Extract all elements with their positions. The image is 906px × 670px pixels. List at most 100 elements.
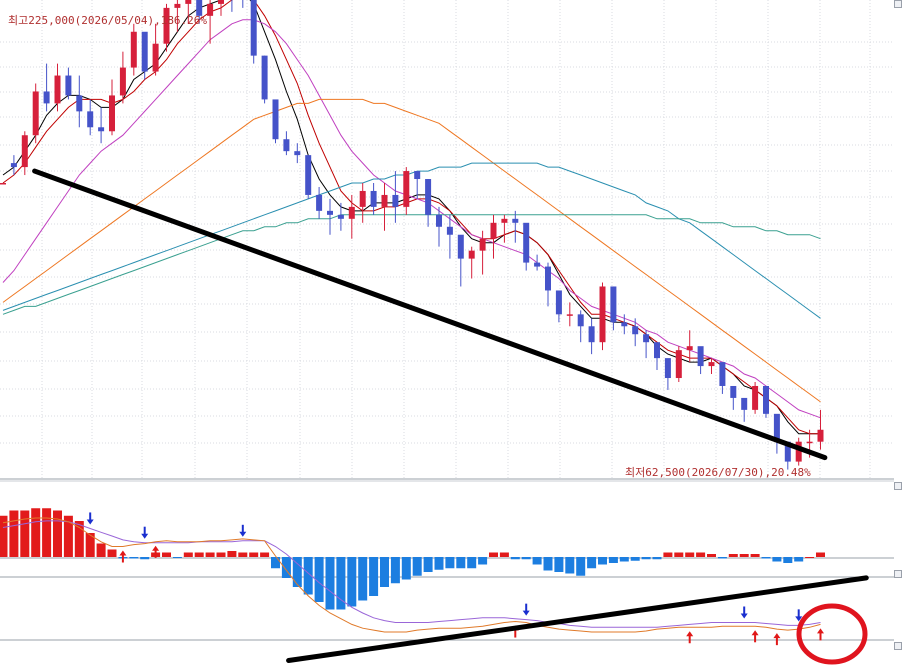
oscillator-lines: [2, 517, 821, 633]
candle-body-6: [65, 75, 72, 96]
oscillator-line: [2, 517, 821, 633]
candle-body-48: [523, 222, 530, 263]
histogram-bar-44: [478, 557, 488, 565]
candle-body-52: [566, 314, 573, 316]
candle-body-36: [392, 194, 399, 207]
histogram-bar-40: [434, 557, 444, 570]
candle-body-17: [185, 0, 192, 4]
histogram-bar-47: [510, 557, 520, 560]
candle-body-68: [741, 397, 748, 410]
histogram-bar-51: [554, 557, 564, 572]
histogram-bar-56: [608, 557, 618, 563]
histogram-bar-58: [630, 557, 640, 561]
histogram-bar-1: [9, 510, 19, 557]
histogram-bar-69: [750, 554, 760, 557]
oscillator-lower-control-button[interactable]: [894, 570, 902, 578]
candle-body-0: [0, 183, 6, 185]
candle-body-9: [98, 127, 105, 132]
candle-body-23: [250, 0, 257, 56]
histogram-bar-25: [271, 557, 280, 569]
histogram-bar-43: [467, 557, 477, 569]
candle-body-41: [446, 226, 453, 235]
candle-body-56: [610, 286, 617, 323]
candle-body-26: [283, 139, 290, 152]
moving-average-line-0: [2, 0, 821, 435]
up-arrow-head-4: [751, 630, 759, 636]
candle-body-33: [359, 190, 366, 207]
candle-body-7: [76, 95, 83, 112]
histogram-bar-5: [53, 510, 62, 557]
candle-body-55: [599, 286, 606, 343]
histogram-bar-10: [107, 549, 117, 557]
oscillator-bottom-control-button[interactable]: [894, 642, 902, 650]
candlesticks: [0, 0, 824, 470]
histogram-bar-41: [445, 557, 455, 569]
candle-body-69: [752, 385, 759, 410]
candle-body-62: [675, 350, 682, 379]
high-price-label: 최고225,000(2026/05/04),186.26%: [8, 14, 207, 27]
histogram-bar-17: [183, 552, 193, 557]
histogram-bar-2: [20, 510, 30, 557]
highlight-circle: [796, 603, 868, 665]
histogram-bar-12: [129, 557, 139, 559]
candle-body-44: [479, 238, 486, 251]
candle-body-63: [686, 346, 693, 351]
histogram-bar-4: [42, 508, 52, 557]
histogram-bar-30: [325, 557, 335, 610]
candle-body-57: [621, 322, 628, 327]
up-arrow-head-0: [119, 550, 127, 556]
candle-body-58: [632, 326, 639, 335]
oscillator-panel-control-button[interactable]: [894, 482, 902, 490]
histogram-bar-62: [674, 552, 684, 557]
candle-body-3: [32, 91, 39, 136]
histogram-bar-19: [205, 552, 215, 557]
candle-body-13: [141, 31, 148, 72]
candle-body-12: [130, 31, 137, 68]
histogram-bar-3: [31, 508, 41, 557]
histogram-bar-71: [772, 557, 782, 562]
candle-body-27: [294, 151, 301, 156]
histogram-bar-50: [543, 557, 553, 571]
up-arrow-head-1: [152, 545, 160, 551]
candle-body-34: [370, 190, 377, 207]
candle-body-31: [337, 214, 344, 219]
candle-body-11: [119, 67, 126, 96]
histogram-bar-64: [696, 552, 706, 557]
histogram-bar-66: [717, 557, 727, 559]
low-price-label: 최저62,500(2026/07/30),20.48%: [625, 466, 811, 479]
candle-body-54: [588, 326, 595, 343]
candle-body-47: [512, 218, 519, 223]
histogram-bar-38: [412, 557, 422, 576]
candle-body-65: [708, 362, 715, 367]
price-panel-control-button[interactable]: [894, 0, 902, 8]
candle-body-43: [468, 250, 475, 259]
histogram-bar-72: [783, 557, 793, 563]
histogram-bar-37: [401, 557, 411, 580]
up-arrow-head-6: [817, 628, 824, 634]
histogram-bar-15: [162, 552, 171, 557]
candle-body-45: [490, 222, 497, 239]
histogram-bar-24: [260, 552, 270, 557]
candle-body-16: [174, 3, 181, 8]
down-arrow-head-4: [740, 613, 748, 619]
candle-body-53: [577, 314, 584, 327]
candle-body-37: [403, 171, 410, 207]
down-arrow-head-1: [141, 533, 149, 539]
candle-body-73: [795, 441, 802, 462]
moving-average-line-5: [2, 214, 821, 315]
moving-average-line-1: [2, 0, 821, 435]
down-arrow-head-3: [522, 610, 530, 616]
histogram-bar-70: [761, 557, 771, 559]
down-arrow-head-0: [86, 519, 94, 525]
histogram-bar-9: [96, 543, 106, 557]
histogram-bar-60: [652, 557, 662, 560]
candle-body-14: [152, 43, 159, 72]
candle-body-25: [272, 99, 279, 140]
histogram-bar-61: [663, 552, 673, 557]
histogram-bar-21: [227, 551, 237, 557]
candle-body-20: [218, 0, 224, 4]
signal-line: [2, 520, 821, 628]
histogram-bar-54: [587, 557, 597, 569]
candle-body-32: [348, 206, 355, 219]
candle-body-39: [425, 179, 432, 215]
